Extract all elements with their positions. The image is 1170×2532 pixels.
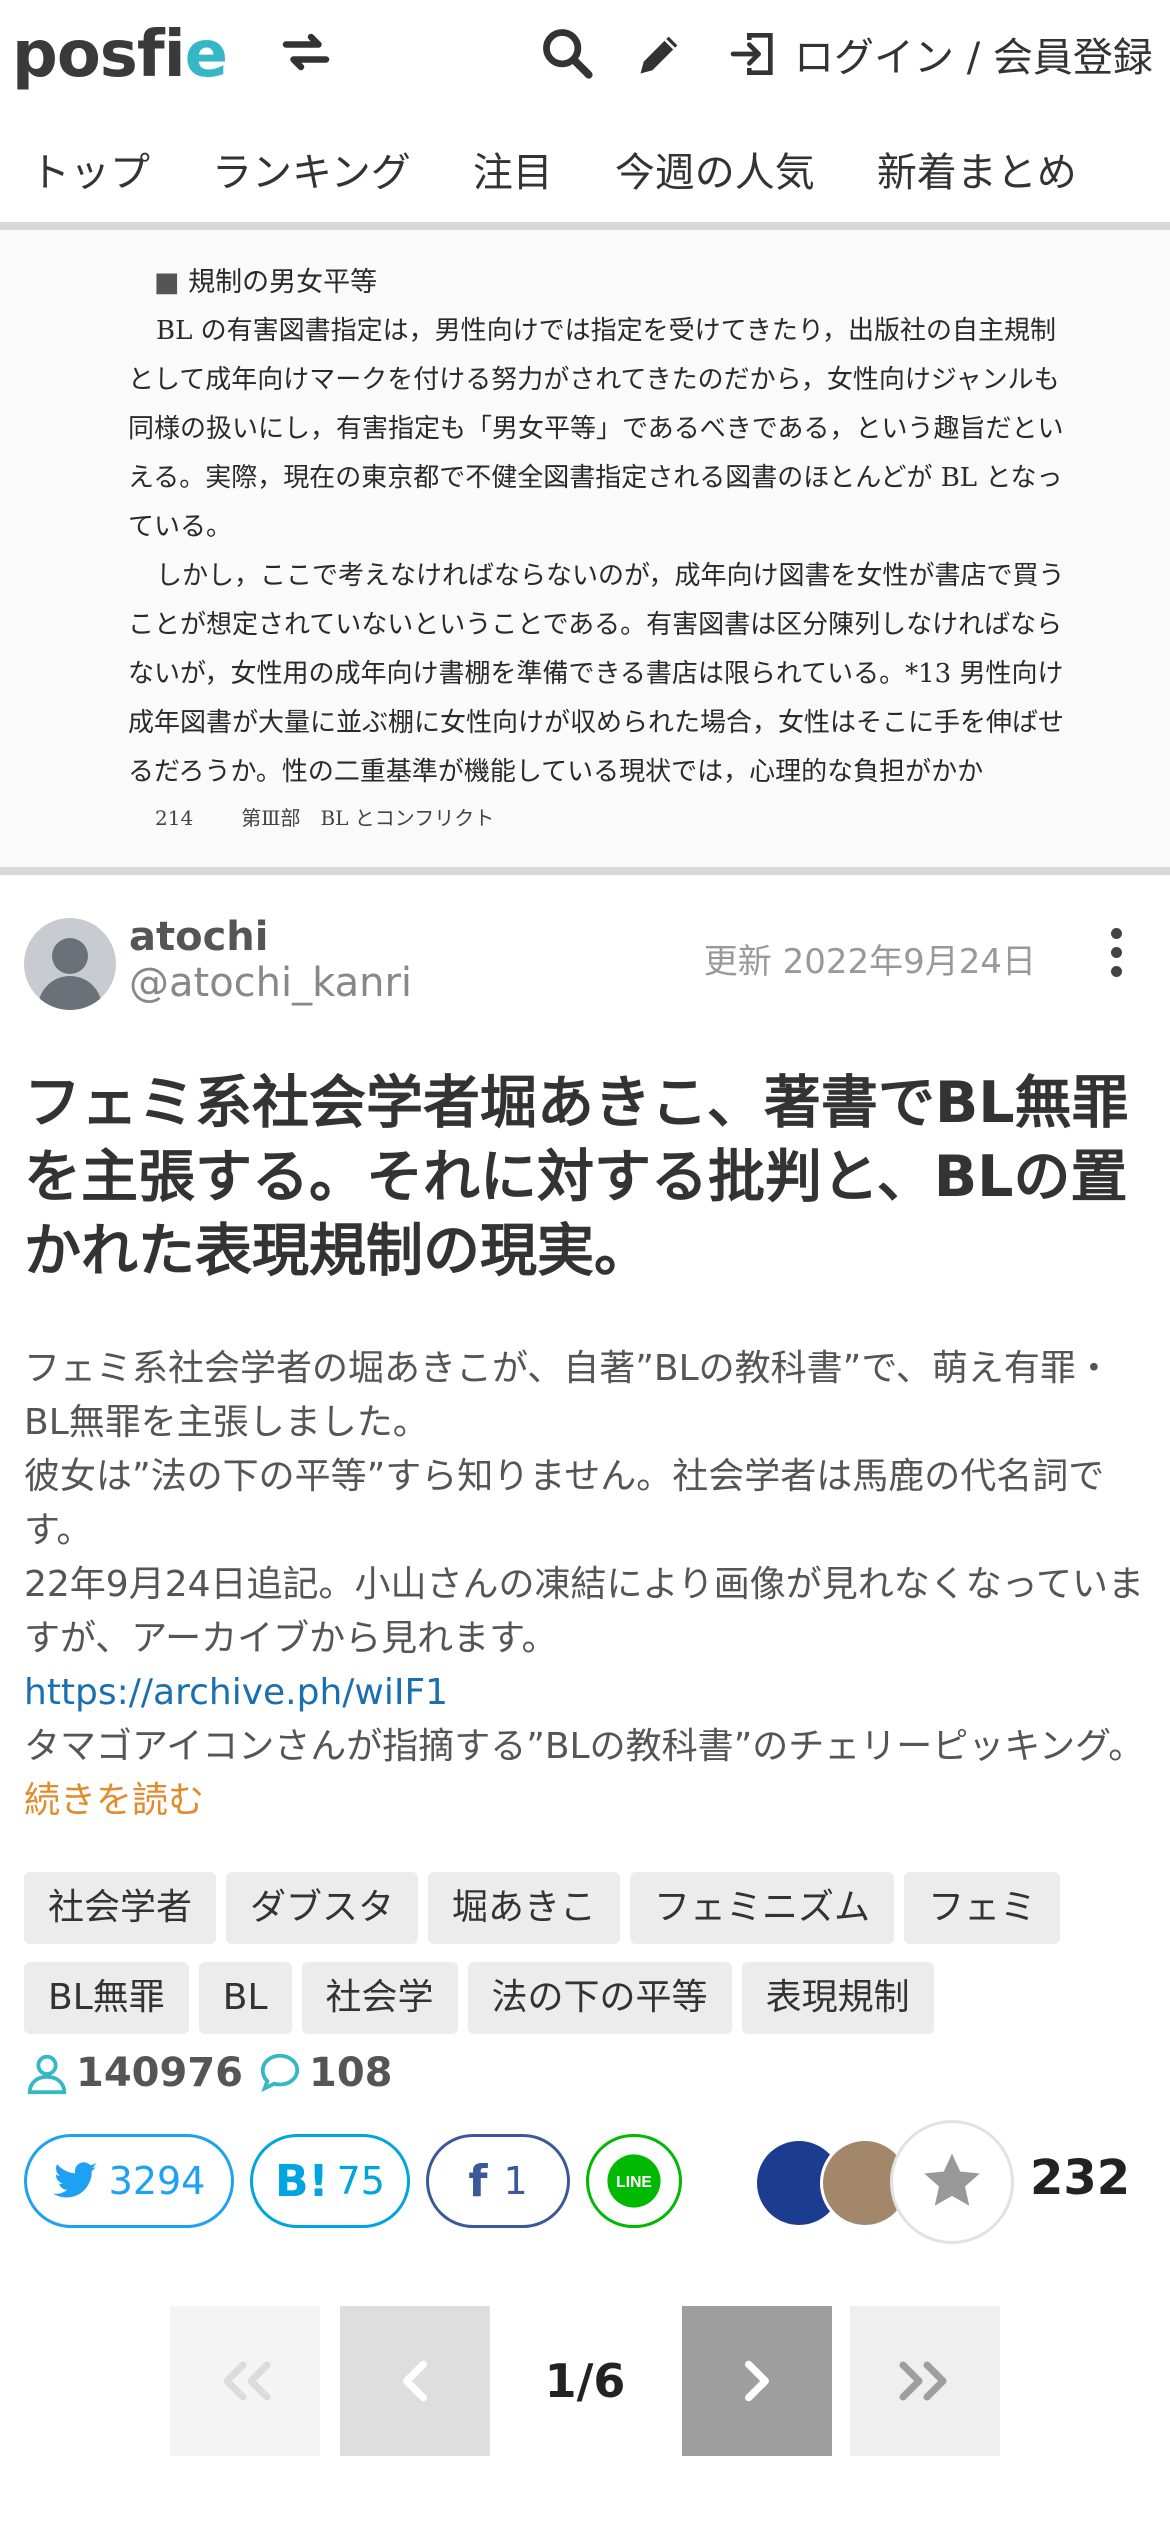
- pagination: 1/6: [170, 2306, 1000, 2456]
- search-icon[interactable]: [538, 24, 596, 82]
- star-icon: [924, 2153, 980, 2206]
- article-description: フェミ系社会学者の堀あきこが、自著”BLの教科書”で、萌え有罪・BL無罪を主張し…: [24, 1342, 1146, 1828]
- logo-text: posfi: [12, 18, 186, 92]
- desc-line-4: タマゴアイコンさんが指摘する”BLの教科書”のチェリーピッキング。: [24, 1726, 1145, 1767]
- line-share-button[interactable]: LINE: [586, 2134, 682, 2228]
- user-icon: [27, 2054, 67, 2095]
- author-handle[interactable]: @atochi_kanri: [129, 960, 412, 1006]
- comment-icon: [260, 2053, 300, 2093]
- updated-date: 更新 2022年9月24日: [703, 942, 1036, 982]
- author-name[interactable]: atochi: [129, 914, 269, 960]
- twitter-share-button[interactable]: 3294: [24, 2134, 234, 2228]
- tag[interactable]: 社会学者: [24, 1872, 217, 1944]
- scanned-text: 規制の男女平等 BL の有害図書指定は，男性向けでは指定を受けてきたり，出版社の…: [128, 258, 1068, 797]
- scan-footer: 214 第Ⅲ部 BL とコンフリクト: [155, 802, 494, 831]
- first-page-button[interactable]: [170, 2306, 320, 2456]
- login-label: ログイン / 会員登録: [794, 35, 1153, 81]
- favorite-button[interactable]: [890, 2120, 1014, 2244]
- pencil-icon[interactable]: [634, 28, 686, 80]
- chevron-left-icon: [403, 2360, 427, 2402]
- line-icon: LINE: [607, 2154, 661, 2208]
- top-bar: posfie ログイン / 会員登録: [0, 0, 1170, 112]
- tag[interactable]: 堀あきこ: [428, 1872, 621, 1944]
- nav-divider: [0, 222, 1170, 230]
- tag[interactable]: 社会学: [301, 1962, 458, 2034]
- view-count: 140976: [76, 2050, 243, 2096]
- double-chevron-right-icon: [899, 2361, 947, 2401]
- nav-item-top[interactable]: トップ: [30, 140, 150, 198]
- posfie-logo[interactable]: posfie: [12, 18, 228, 92]
- nav-item-weekly[interactable]: 今週の人気: [615, 140, 815, 198]
- tag[interactable]: BL無罪: [24, 1962, 189, 2034]
- hatena-share-button[interactable]: B! 75: [250, 2134, 410, 2228]
- stats-row: 140976 108: [24, 2050, 393, 2096]
- twitter-count: 3294: [108, 2159, 206, 2203]
- tag-list: 社会学者 ダブスタ 堀あきこ フェミニズム フェミ BL無罪 BL 社会学 法の下の平等 表現規制: [24, 1872, 1164, 2052]
- nav-item-new[interactable]: 新着まとめ: [877, 140, 1077, 198]
- favorite-count: 232: [1030, 2150, 1131, 2206]
- twitter-icon: [52, 2162, 97, 2198]
- desc-line-1: フェミ系社会学者の堀あきこが、自著”BLの教科書”で、萌え有罪・BL無罪を主張し…: [24, 1348, 1112, 1443]
- facebook-share-button[interactable]: f 1: [426, 2134, 570, 2228]
- comment-count: 108: [309, 2050, 393, 2096]
- author-row: atochi @atochi_kanri 更新 2022年9月24日: [24, 914, 1146, 1014]
- read-more-link[interactable]: 続きを読む: [24, 1774, 1146, 1828]
- next-page-button[interactable]: [682, 2306, 832, 2456]
- archive-link[interactable]: https://archive.ph/wiIF1: [24, 1666, 1146, 1720]
- hatena-bookmark-icon: B!: [275, 2155, 329, 2207]
- tag[interactable]: 表現規制: [741, 1962, 934, 2034]
- login-icon: [730, 33, 773, 75]
- tag[interactable]: フェミニズム: [630, 1872, 895, 1944]
- avatar[interactable]: [24, 918, 116, 1010]
- facebook-icon: f: [468, 2155, 488, 2207]
- scan-section: 第Ⅲ部 BL とコンフリクト: [241, 806, 495, 830]
- tag[interactable]: ダブスタ: [226, 1872, 419, 1944]
- nav-item-featured[interactable]: 注目: [473, 140, 553, 198]
- chevron-right-icon: [745, 2360, 769, 2402]
- article-title: フェミ系社会学者堀あきこ、著書でBL無罪を主張する。それに対する批判と、BLの置…: [24, 1070, 1129, 1284]
- tag[interactable]: BL: [198, 1962, 292, 2034]
- login-link[interactable]: ログイン / 会員登録: [726, 22, 1153, 86]
- nav-bar: トップ ランキング 注目 今週の人気 新着まとめ: [0, 126, 1170, 212]
- more-options-icon[interactable]: [1106, 928, 1126, 988]
- nav-item-ranking[interactable]: ランキング: [212, 140, 411, 198]
- scan-paragraph-2: しかし，ここで考えなければならないのが，成年向け図書を女性が書店で買うことが想定…: [128, 561, 1065, 787]
- desc-line-3: 22年9月24日追記。小山さんの凍結により画像が見れなくなっていますが、アーカイ…: [24, 1564, 1145, 1659]
- tag[interactable]: フェミ: [904, 1872, 1061, 1944]
- scanned-page-image[interactable]: 規制の男女平等 BL の有害図書指定は，男性向けでは指定を受けてきたり，出版社の…: [0, 230, 1170, 875]
- prev-page-button[interactable]: [340, 2306, 490, 2456]
- scan-page-number: 214: [155, 806, 194, 830]
- page-indicator: 1/6: [544, 2354, 626, 2408]
- share-row: 3294 B! 75 f 1 LINE 232: [24, 2120, 1146, 2244]
- desc-line-2: 彼女は”法の下の平等”すら知りません。社会学者は馬鹿の代名詞です。: [24, 1456, 1105, 1551]
- sync-icon[interactable]: [276, 22, 336, 82]
- double-chevron-left-icon: [223, 2361, 271, 2401]
- scan-heading: 規制の男女平等: [154, 258, 1068, 307]
- facebook-count: 1: [503, 2159, 528, 2203]
- last-page-button[interactable]: [850, 2306, 1000, 2456]
- scan-paragraph-1: BL の有害図書指定は，男性向けでは指定を受けてきたり，出版社の自主規制として成…: [128, 316, 1064, 542]
- tag[interactable]: 法の下の平等: [467, 1962, 732, 2034]
- hatena-count: 75: [336, 2159, 385, 2203]
- logo-e: e: [184, 18, 228, 92]
- line-label: LINE: [616, 2174, 652, 2191]
